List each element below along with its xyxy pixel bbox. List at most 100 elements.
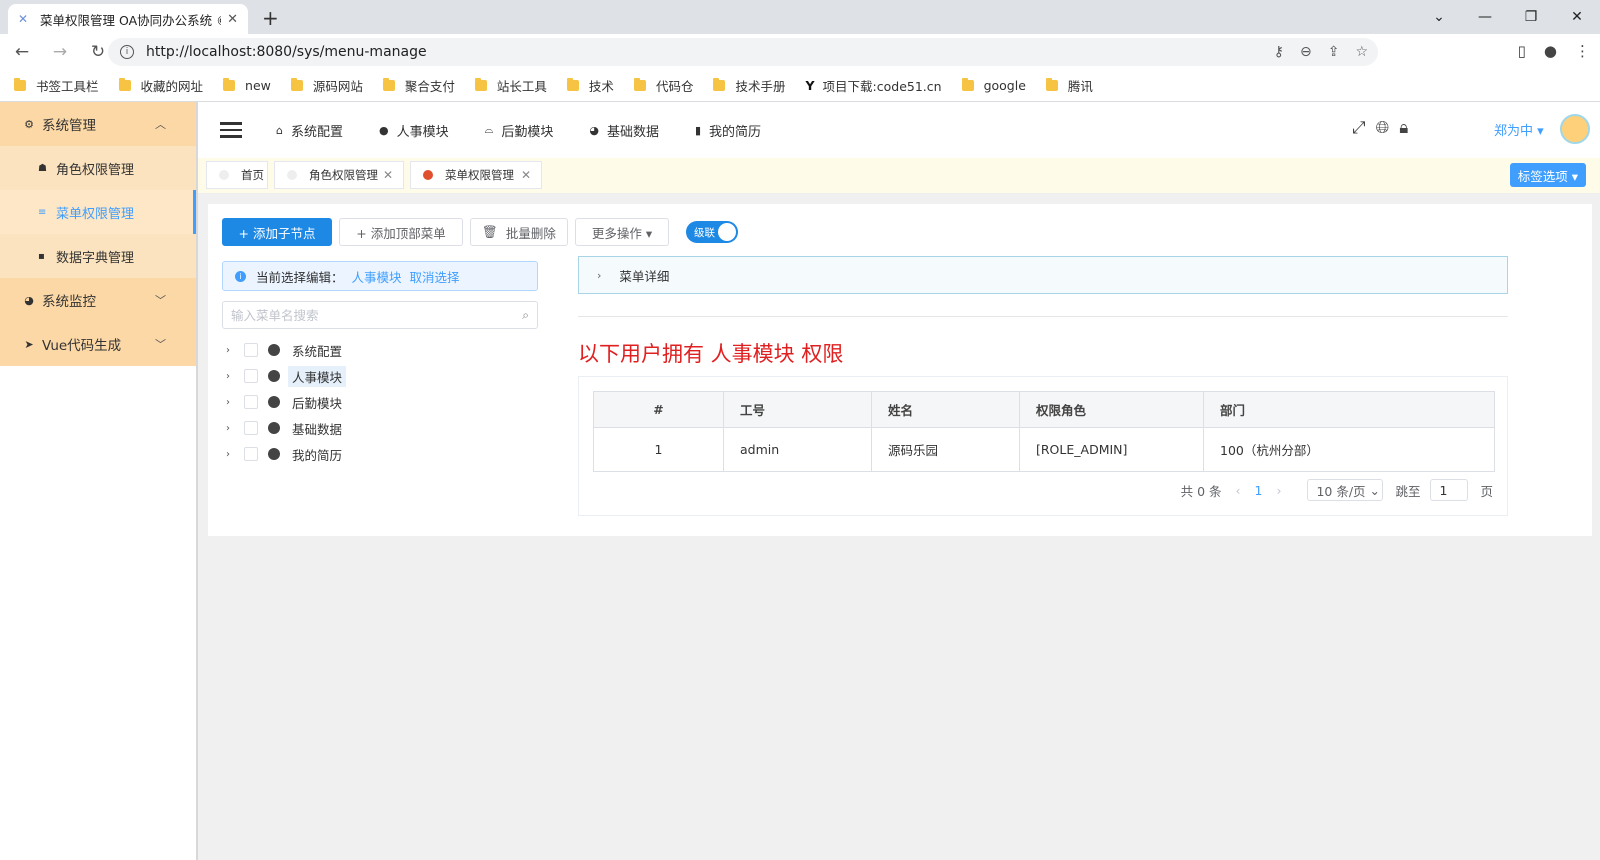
page-size-select[interactable]: 10 条/页 ⌄ [1307, 479, 1384, 501]
sidebar-group-codegen[interactable]: ➤ Vue代码生成 ﹀ [0, 322, 196, 366]
zoom-icon[interactable]: ⊖ [1300, 44, 1312, 60]
switch-knob [718, 223, 736, 241]
add-child-button[interactable]: + 添加子节点 [222, 218, 332, 246]
sidebar-item-role-permission[interactable]: ☗ 角色权限管理 [0, 146, 196, 190]
search-icon[interactable]: ⌕ [522, 308, 529, 323]
user-dropdown[interactable]: 郑为中 ▾ [1494, 120, 1544, 139]
topmenu-logistics[interactable]: ⌓ 后勤模块 [485, 121, 554, 140]
cascade-switch[interactable]: 级联 [686, 221, 738, 243]
bookmark-item[interactable]: 技术 [566, 76, 614, 95]
add-top-menu-button[interactable]: + 添加顶部菜单 [339, 218, 463, 246]
browser-tab[interactable]: ✕ 菜单权限管理 OA协同办公系统 © ✕ [8, 4, 248, 34]
close-icon[interactable]: ✕ [383, 168, 393, 182]
node-icon [268, 396, 280, 408]
key-icon[interactable]: ⚷ [1274, 44, 1284, 60]
bookmark-item[interactable]: new [223, 78, 271, 93]
tag-home[interactable]: 首页 [206, 161, 268, 189]
bookmark-item[interactable]: 代码仓 [633, 76, 693, 95]
tree-checkbox[interactable] [244, 369, 258, 383]
tree-node[interactable]: › 我的简历 [222, 441, 538, 467]
expand-arrow-icon[interactable]: › [226, 371, 238, 382]
window-controls: ⌄ — ❐ ✕ [1416, 0, 1600, 34]
star-icon[interactable]: ☆ [1355, 44, 1368, 60]
selected-node-link[interactable]: 人事模块 [352, 267, 402, 286]
tab-search-icon[interactable]: ⌄ [1416, 0, 1462, 34]
avatar[interactable] [1560, 114, 1590, 144]
side-panel-icon[interactable]: ▯ [1518, 42, 1526, 60]
batch-delete-button[interactable]: 🗑︎ 批量删除 [470, 218, 568, 246]
more-actions-dropdown[interactable]: 更多操作 ▾ [575, 218, 669, 246]
topmenu-system-config[interactable]: ⌂ 系统配置 [276, 121, 343, 140]
tag-menu-permission[interactable]: 菜单权限管理 ✕ [410, 161, 542, 189]
bookmark-label: new [245, 78, 271, 93]
page-unit-label: 页 [1480, 483, 1493, 499]
tag-role-permission[interactable]: 角色权限管理 ✕ [274, 161, 404, 189]
globe-icon[interactable]: 🌐︎ [1376, 118, 1390, 138]
node-icon [268, 422, 280, 434]
url-text[interactable]: http://localhost:8080/sys/menu-manage [146, 44, 427, 60]
url-field[interactable]: i http://localhost:8080/sys/menu-manage … [108, 38, 1378, 66]
bookmark-item[interactable]: 技术手册 [713, 76, 785, 95]
gear-icon: ⚙ [24, 117, 34, 131]
sidebar-group-system[interactable]: ⚙ 系统管理 ︿ [0, 102, 196, 146]
bookmark-item[interactable]: google [961, 78, 1026, 93]
pie-icon: ◕ [589, 123, 599, 137]
bookmark-item[interactable]: Y 项目下载:code51.cn [805, 76, 941, 95]
menu-tree: › 系统配置 › 人事模块 › 后勤模块 › 基础数据 › 我的简历 [222, 337, 538, 467]
next-page-icon[interactable]: › [1276, 483, 1281, 498]
share-icon[interactable]: ⇪ [1328, 44, 1340, 60]
close-tab-icon[interactable]: ✕ [227, 12, 238, 27]
tree-node[interactable]: › 系统配置 [222, 337, 538, 363]
restore-icon[interactable]: ❐ [1508, 0, 1554, 34]
profile-icon[interactable]: ● [1544, 42, 1557, 60]
expand-arrow-icon[interactable]: › [226, 449, 238, 460]
topmenu-basic-data[interactable]: ◕ 基础数据 [589, 121, 659, 140]
bookmark-label: 项目下载:code51.cn [822, 79, 942, 94]
bookmark-item[interactable]: 腾讯 [1045, 76, 1093, 95]
cancel-selection-link[interactable]: 取消选择 [410, 267, 460, 286]
tree-node[interactable]: › 基础数据 [222, 415, 538, 441]
topmenu-resume[interactable]: ▮ 我的简历 [695, 121, 761, 140]
sidebar-item-menu-permission[interactable]: ≡ 菜单权限管理 [0, 190, 196, 234]
fullscreen-icon[interactable]: ⤢ [1352, 118, 1366, 138]
alert-prefix: 当前选择编辑： [256, 269, 344, 285]
top-header: ⌂ 系统配置 ● 人事模块 ⌓ 后勤模块 ◕ 基础数据 ▮ 我的简历 ⤢ 🌐︎ 🔒︎ 郑为… [198, 102, 1600, 158]
tag-options-button[interactable]: 标签选项 ▾ [1509, 163, 1586, 187]
forward-icon[interactable]: → [44, 42, 76, 62]
expand-arrow-icon[interactable]: › [226, 423, 238, 434]
close-window-icon[interactable]: ✕ [1554, 0, 1600, 34]
expand-arrow-icon[interactable]: › [226, 345, 238, 356]
page-number[interactable]: 1 [1255, 483, 1263, 498]
minimize-icon[interactable]: — [1462, 0, 1508, 34]
hamburger-icon[interactable] [220, 122, 242, 138]
bookmark-item[interactable]: 聚合支付 [382, 76, 455, 95]
tree-checkbox[interactable] [244, 447, 258, 461]
menu-detail-collapse[interactable]: › 菜单详细 [578, 256, 1508, 294]
search-input[interactable] [231, 307, 523, 323]
folder-icon [713, 78, 726, 91]
tree-checkbox[interactable] [244, 343, 258, 357]
node-icon [268, 370, 280, 382]
goto-input[interactable]: 1 [1430, 479, 1469, 501]
tree-checkbox[interactable] [244, 395, 258, 409]
bookmark-item[interactable]: 收藏的网址 [118, 76, 203, 95]
new-tab-icon[interactable]: + [262, 6, 279, 30]
sidebar-group-monitor[interactable]: ◕ 系统监控 ﹀ [0, 278, 196, 322]
users-icon: ☗ [38, 162, 47, 174]
sidebar-item-dictionary[interactable]: ▪ 数据字典管理 [0, 234, 196, 278]
tree-node[interactable]: › 人事模块 [222, 363, 538, 389]
table-row[interactable]: 1 admin 源码乐园 [ROLE_ADMIN] 100（杭州分部） [593, 427, 1495, 472]
menu-icon[interactable]: ⋮ [1575, 42, 1590, 60]
tree-checkbox[interactable] [244, 421, 258, 435]
bookmark-item[interactable]: 源码网站 [290, 76, 363, 95]
lock-icon[interactable]: 🔒︎ [1399, 118, 1408, 138]
back-icon[interactable]: ← [6, 42, 38, 62]
expand-arrow-icon[interactable]: › [226, 397, 238, 408]
topmenu-hr[interactable]: ● 人事模块 [379, 121, 449, 140]
close-icon[interactable]: ✕ [521, 168, 531, 182]
prev-page-icon[interactable]: ‹ [1236, 483, 1241, 498]
bookmark-item[interactable]: 书签工具栏 [14, 76, 99, 95]
tree-node[interactable]: › 后勤模块 [222, 389, 538, 415]
site-info-icon[interactable]: i [120, 45, 134, 59]
bookmark-item[interactable]: 站长工具 [474, 76, 547, 95]
